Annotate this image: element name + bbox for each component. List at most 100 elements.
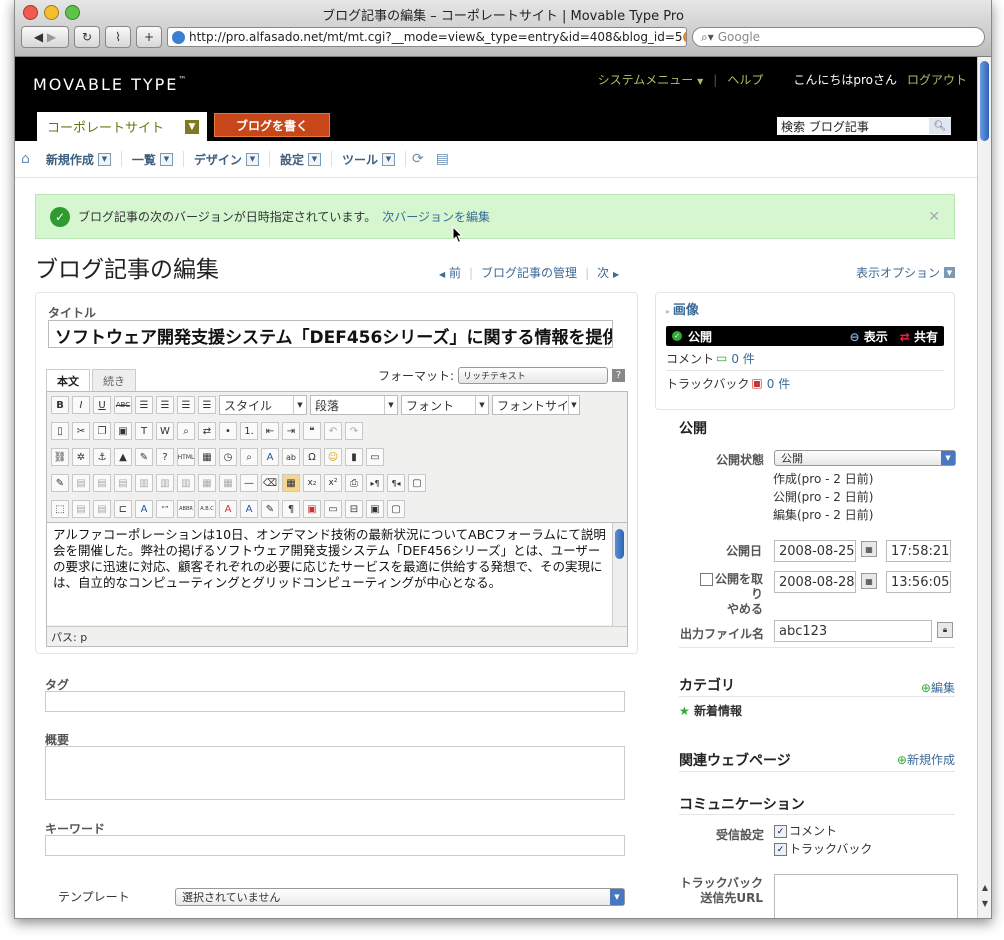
print-icon[interactable]: ⎙	[345, 474, 363, 492]
find-icon[interactable]: ⌕	[177, 422, 195, 440]
forward-arrow-icon[interactable]: ▶	[47, 30, 56, 44]
underline-icon[interactable]: U	[93, 396, 111, 414]
template-select[interactable]: 選択されていません ▼	[175, 888, 625, 906]
style-select[interactable]: スタイル ▼	[219, 395, 307, 415]
share-button[interactable]: ⇄ 共有	[900, 328, 938, 345]
scroll-thumb[interactable]	[980, 61, 989, 141]
paste-text-icon[interactable]: T	[135, 422, 153, 440]
insert-image-icon[interactable]: ▣	[366, 500, 384, 518]
split-cells-icon[interactable]: ▦	[198, 474, 216, 492]
rebuild-icon[interactable]: ⟳	[406, 151, 430, 167]
paragraph-select[interactable]: 段落 ▼	[310, 395, 398, 415]
horizontal-rule-icon[interactable]: ▭	[366, 448, 384, 466]
paste-icon[interactable]: ▣	[114, 422, 132, 440]
move-backward-icon[interactable]: ▤	[93, 500, 111, 518]
visual-chars-icon[interactable]: ¶	[282, 500, 300, 518]
scroll-down-icon[interactable]: ▼	[978, 896, 991, 910]
merge-cells-icon[interactable]: ▦	[219, 474, 237, 492]
acronym-icon[interactable]: A.B.C	[198, 500, 216, 518]
insert-file-icon[interactable]: ▢	[387, 500, 405, 518]
bullet-list-icon[interactable]: •	[219, 422, 237, 440]
address-bar[interactable]: http://pro.alfasado.net/mt/mt.cgi?__mode…	[167, 27, 687, 47]
view-button[interactable]: ⊖ 表示	[849, 328, 887, 345]
abbr-icon[interactable]: ABBR	[177, 500, 195, 518]
delete-text-icon[interactable]: A	[219, 500, 237, 518]
align-left-icon[interactable]: ☰	[135, 396, 153, 414]
comments-count-link[interactable]: 0 件	[731, 350, 754, 367]
unpublish-time-input[interactable]: 13:56:05	[886, 571, 951, 593]
fontsize-select[interactable]: フォントサイズ▼	[492, 395, 580, 415]
view-site-icon[interactable]: ▤	[430, 151, 455, 167]
excerpt-textarea[interactable]	[45, 746, 625, 800]
italic-icon[interactable]: I	[72, 396, 90, 414]
mt-logo[interactable]: MOVABLE TYPE™	[33, 75, 188, 94]
nav-item-list[interactable]: 一覧 ▼	[122, 151, 184, 167]
replace-icon[interactable]: ⇄	[198, 422, 216, 440]
image-link[interactable]: ▸ 画像	[666, 299, 944, 318]
title-input[interactable]: ソフトウェア開発支援システム「DEF456シリーズ」に関する情報を提供	[48, 320, 613, 348]
scroll-up-icon[interactable]: ▲	[978, 880, 991, 894]
manage-entries-link[interactable]: ブログ記事の管理	[481, 264, 577, 281]
related-pages-new-link[interactable]: ⊕新規作成	[897, 751, 955, 768]
new-document-icon[interactable]: ▯	[51, 422, 69, 440]
next-link[interactable]: 次 ▶	[597, 264, 619, 281]
nav-item-settings[interactable]: 設定 ▼	[270, 151, 332, 167]
blog-selector[interactable]: コーポレートサイト ▼	[37, 112, 207, 141]
basename-input[interactable]: abc123	[774, 620, 932, 642]
nav-item-tools[interactable]: ツール ▼	[332, 151, 406, 167]
format-select[interactable]: リッチテキスト	[458, 367, 608, 384]
logout-link[interactable]: ログアウト	[907, 71, 967, 88]
rtl-icon[interactable]: ¶◂	[387, 474, 405, 492]
help-icon[interactable]: ?	[612, 369, 625, 382]
status-select[interactable]: 公開 ▼	[774, 450, 956, 466]
nav-item-design[interactable]: デザイン ▼	[184, 151, 270, 167]
insert-text-icon[interactable]: A	[240, 500, 258, 518]
system-menu-link[interactable]: システムメニュー ▼	[598, 71, 704, 88]
browser-search-field[interactable]: ⌕▾ Google	[692, 27, 985, 47]
checkbox-checked[interactable]: ✓	[774, 843, 787, 856]
table-delete-row-icon[interactable]: ▤	[114, 474, 132, 492]
scroll-thumb[interactable]	[615, 529, 624, 559]
link-icon[interactable]: ⛓	[51, 448, 69, 466]
ltr-icon[interactable]: ▸¶	[366, 474, 384, 492]
home-icon[interactable]: ⌂	[15, 151, 36, 167]
back-forward-buttons[interactable]: ◀ ▶	[21, 26, 69, 48]
tab-more[interactable]: 続き	[92, 369, 136, 392]
fullscreen-icon[interactable]: ▢	[408, 474, 426, 492]
paste-word-icon[interactable]: W	[156, 422, 174, 440]
pubdate-date-input[interactable]: 2008-08-25	[774, 540, 856, 562]
calendar-icon[interactable]: ▦	[861, 573, 877, 589]
accept-comments-option[interactable]: ✓ コメント	[774, 822, 872, 840]
image-icon[interactable]: ▲	[114, 448, 132, 466]
text-color-icon[interactable]: A	[261, 448, 279, 466]
stop-icon[interactable]	[682, 31, 686, 43]
emoticon-icon[interactable]: ☺	[324, 448, 342, 466]
editor-scrollbar[interactable]	[612, 522, 627, 626]
cut-icon[interactable]: ✂	[72, 422, 90, 440]
table-row-after-icon[interactable]: ▤	[93, 474, 111, 492]
lock-icon[interactable]: 🔒︎	[937, 622, 953, 638]
table-row-before-icon[interactable]: ▤	[72, 474, 90, 492]
table-delete-col-icon[interactable]: ▥	[177, 474, 195, 492]
table-col-before-icon[interactable]: ▥	[135, 474, 153, 492]
keywords-input[interactable]	[45, 835, 625, 856]
insert-date-icon[interactable]: ▦	[198, 448, 216, 466]
tab-body[interactable]: 本文	[46, 369, 90, 392]
anchor-icon[interactable]: ⚓	[93, 448, 111, 466]
calendar-icon[interactable]: ▦	[861, 541, 877, 557]
blockquote-icon[interactable]: ❝	[303, 422, 321, 440]
strikethrough-icon[interactable]: ABC	[114, 396, 132, 414]
add-bookmark-button[interactable]: +	[136, 26, 162, 48]
unpublish-date-input[interactable]: 2008-08-28	[774, 571, 856, 593]
pagebreak-icon[interactable]: ⊟	[345, 500, 363, 518]
visual-aid-icon[interactable]: ▦	[282, 474, 300, 492]
snapback-button[interactable]: ⌇	[105, 26, 131, 48]
tags-input[interactable]	[45, 691, 625, 712]
table-col-after-icon[interactable]: ▥	[156, 474, 174, 492]
unpublish-checkbox[interactable]	[699, 573, 713, 586]
move-forward-icon[interactable]: ▤	[72, 500, 90, 518]
display-options-link[interactable]: 表示オプション ▼	[856, 264, 955, 281]
eraser-icon[interactable]: ⌫	[261, 474, 279, 492]
preview-icon[interactable]: ⌕	[240, 448, 258, 466]
align-right-icon[interactable]: ☰	[177, 396, 195, 414]
